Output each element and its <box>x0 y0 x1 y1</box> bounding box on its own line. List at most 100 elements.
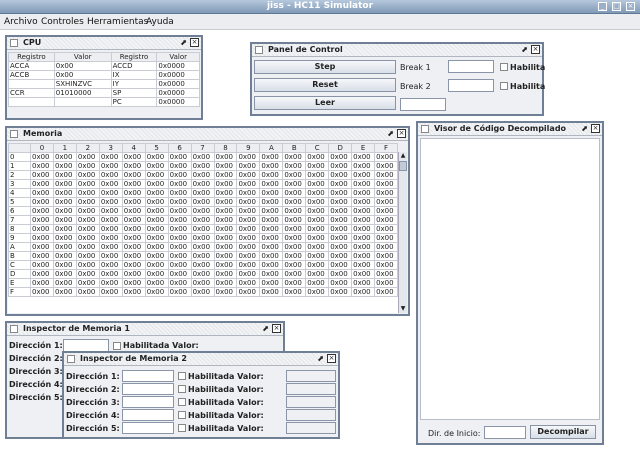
memory-cell[interactable]: 0x00 <box>52 188 77 198</box>
memory-cell[interactable]: 0x00 <box>30 170 54 180</box>
memory-cell[interactable]: 0x00 <box>213 179 238 189</box>
memory-cell[interactable]: 0x00 <box>190 242 215 252</box>
memory-cell[interactable]: 0x00 <box>121 251 146 261</box>
memory-cell[interactable]: 0x00 <box>167 170 192 180</box>
memory-cell[interactable]: 0x00 <box>167 233 192 243</box>
memory-cell[interactable]: 0x00 <box>282 197 307 207</box>
memory-cell[interactable]: 0x00 <box>351 197 376 207</box>
memory-cell[interactable]: 0x00 <box>98 215 123 225</box>
dir-inicio-input[interactable] <box>484 426 526 439</box>
menu-ayuda[interactable]: Ayuda <box>146 17 174 27</box>
memory-cell[interactable]: 0x00 <box>328 197 353 207</box>
memory-cell[interactable]: 0x00 <box>374 206 398 216</box>
maximize-icon[interactable]: ⬈ <box>387 129 394 138</box>
memory-cell[interactable]: 0x00 <box>144 224 169 234</box>
memory-cell[interactable]: 0x00 <box>75 152 100 162</box>
memory-cell[interactable]: 0x00 <box>144 242 169 252</box>
memory-cell[interactable]: 0x00 <box>121 278 146 288</box>
scroll-up-icon[interactable]: ▲ <box>399 152 407 160</box>
memory-cell[interactable]: 0x00 <box>351 179 376 189</box>
memory-cell[interactable]: 0x00 <box>351 251 376 261</box>
insp2-address-input[interactable] <box>122 396 174 408</box>
memory-cell[interactable]: 0x00 <box>98 251 123 261</box>
memory-cell[interactable]: 0x00 <box>75 161 100 171</box>
memory-cell[interactable]: 0x00 <box>328 242 353 252</box>
memory-cell[interactable]: 0x00 <box>75 188 100 198</box>
memory-cell[interactable]: 0x00 <box>328 179 353 189</box>
memory-cell[interactable]: 0x00 <box>121 215 146 225</box>
scroll-down-icon[interactable]: ▼ <box>399 305 407 313</box>
memory-cell[interactable]: 0x00 <box>374 251 398 261</box>
cpu-cell[interactable]: ACCA <box>8 61 55 71</box>
memory-cell[interactable]: 0x00 <box>121 188 146 198</box>
leer-button[interactable]: Leer <box>254 96 396 110</box>
maximize-icon[interactable]: ⬈ <box>581 124 588 133</box>
memory-cell[interactable]: 0x00 <box>144 278 169 288</box>
insp1-habilita-checkbox[interactable] <box>113 342 121 350</box>
memory-cell[interactable]: 0x00 <box>305 197 330 207</box>
memory-cell[interactable]: 0x00 <box>259 260 284 270</box>
memory-cell[interactable]: 0x00 <box>213 224 238 234</box>
memory-cell[interactable]: 0x00 <box>236 260 261 270</box>
memory-cell[interactable]: 0x00 <box>52 206 77 216</box>
memory-cell[interactable]: 0x00 <box>305 152 330 162</box>
memory-cell[interactable]: 0x00 <box>52 161 77 171</box>
cpu-cell[interactable]: IY <box>110 79 158 89</box>
memory-cell[interactable]: 0x00 <box>259 278 284 288</box>
memory-cell[interactable]: 0x00 <box>236 161 261 171</box>
memory-cell[interactable]: 0x00 <box>374 215 398 225</box>
insp2-habilita-checkbox[interactable] <box>178 411 186 419</box>
memory-cell[interactable]: 0x00 <box>190 152 215 162</box>
close-icon[interactable]: × <box>327 354 336 363</box>
memory-cell[interactable]: 0x00 <box>98 170 123 180</box>
memory-cell[interactable]: 0x00 <box>259 251 284 261</box>
memory-cell[interactable]: 0x00 <box>190 224 215 234</box>
memory-cell[interactable]: 0x00 <box>305 179 330 189</box>
memory-cell[interactable]: 0x00 <box>190 269 215 279</box>
cpu-cell[interactable]: 01010000 <box>53 88 112 98</box>
memory-cell[interactable]: 0x00 <box>190 260 215 270</box>
memory-cell[interactable]: 0x00 <box>213 287 238 297</box>
memory-cell[interactable]: 0x00 <box>351 152 376 162</box>
memory-cell[interactable]: 0x00 <box>167 269 192 279</box>
memory-cell[interactable]: 0x00 <box>144 287 169 297</box>
memory-cell[interactable]: 0x00 <box>374 152 398 162</box>
memory-cell[interactable]: 0x00 <box>259 179 284 189</box>
memory-cell[interactable]: 0x00 <box>30 278 54 288</box>
memory-cell[interactable]: 0x00 <box>213 278 238 288</box>
memory-cell[interactable]: 0x00 <box>351 170 376 180</box>
memory-scrollbar[interactable]: ▲ ▼ <box>398 152 407 313</box>
memory-cell[interactable]: 0x00 <box>351 188 376 198</box>
memory-cell[interactable]: 0x00 <box>75 197 100 207</box>
memory-cell[interactable]: 0x00 <box>374 161 398 171</box>
memory-cell[interactable]: 0x00 <box>374 287 398 297</box>
cpu-cell[interactable]: 0x0000 <box>156 97 200 107</box>
memory-cell[interactable]: 0x00 <box>374 278 398 288</box>
memory-cell[interactable]: 0x00 <box>259 233 284 243</box>
memory-cell[interactable]: 0x00 <box>236 233 261 243</box>
break2-input[interactable] <box>448 79 494 92</box>
menu-controles[interactable]: Controles <box>41 17 84 27</box>
memory-cell[interactable]: 0x00 <box>75 179 100 189</box>
memory-cell[interactable]: 0x00 <box>305 269 330 279</box>
memory-cell[interactable]: 0x00 <box>213 188 238 198</box>
memory-cell[interactable]: 0x00 <box>328 215 353 225</box>
memory-cell[interactable]: 0x00 <box>305 188 330 198</box>
memory-cell[interactable]: 0x00 <box>282 233 307 243</box>
cpu-cell[interactable]: 0x0000 <box>156 61 200 71</box>
memory-cell[interactable]: 0x00 <box>190 278 215 288</box>
memory-cell[interactable]: 0x00 <box>167 224 192 234</box>
memory-cell[interactable]: 0x00 <box>305 161 330 171</box>
memory-cell[interactable]: 0x00 <box>30 269 54 279</box>
memory-cell[interactable]: 0x00 <box>305 287 330 297</box>
memory-cell[interactable]: 0x00 <box>282 170 307 180</box>
memory-cell[interactable]: 0x00 <box>121 179 146 189</box>
memory-cell[interactable]: 0x00 <box>259 224 284 234</box>
memory-cell[interactable]: 0x00 <box>328 188 353 198</box>
cpu-cell[interactable] <box>53 97 112 107</box>
decompiled-code-area[interactable] <box>420 138 600 420</box>
memory-cell[interactable]: 0x00 <box>52 287 77 297</box>
insp2-address-input[interactable] <box>122 383 174 395</box>
memory-cell[interactable]: 0x00 <box>259 215 284 225</box>
memory-cell[interactable]: 0x00 <box>259 170 284 180</box>
